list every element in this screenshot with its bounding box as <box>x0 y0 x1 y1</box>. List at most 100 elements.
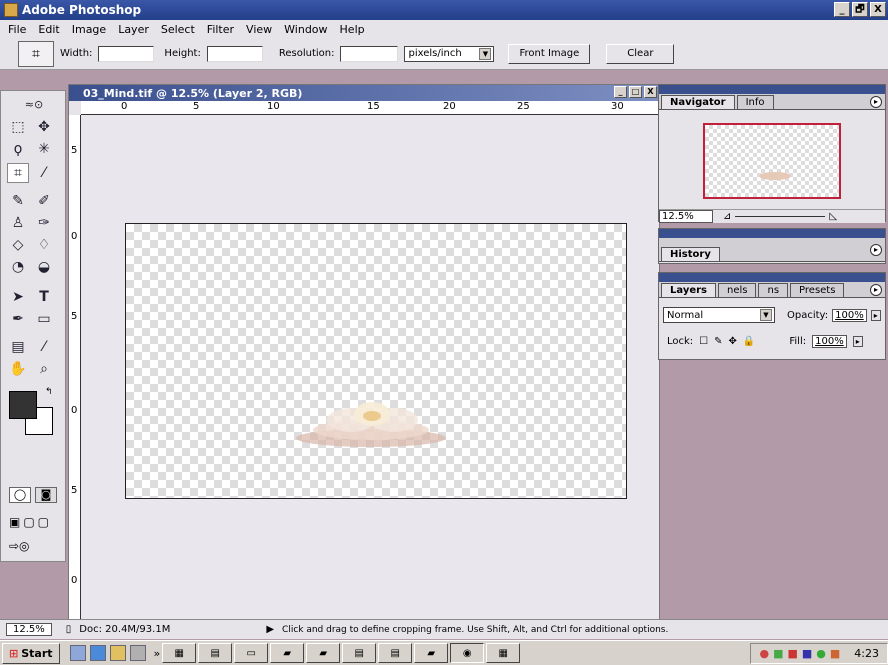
path-selection-tool-icon[interactable]: ➤ <box>7 287 29 307</box>
eraser-tool-icon[interactable]: ◇ <box>7 235 29 255</box>
minimize-button[interactable]: _ <box>834 2 850 17</box>
width-input[interactable] <box>98 45 155 62</box>
tab-layers[interactable]: Layers <box>661 283 716 297</box>
restore-button[interactable]: 🗗 <box>852 2 868 17</box>
navigator-zoom-input[interactable]: 12.5% <box>659 210 713 223</box>
marquee-tool-icon[interactable]: ⬚ <box>7 117 29 137</box>
zoom-slider[interactable] <box>735 216 826 217</box>
tab-presets[interactable]: Presets <box>790 283 845 297</box>
crop-tool-icon[interactable]: ⌗ <box>7 163 29 183</box>
jump-to-imageready-icon[interactable]: ⇨◎ <box>9 539 65 555</box>
resolution-units-select[interactable]: pixels/inch ▼ <box>404 45 495 62</box>
tab-channels[interactable]: nels <box>718 283 757 297</box>
start-button[interactable]: ⊞ Start <box>2 642 60 664</box>
fill-arrow-icon[interactable]: ▸ <box>852 336 863 347</box>
tray-icon[interactable]: ■ <box>830 647 840 660</box>
doc-maximize-button[interactable]: □ <box>629 86 642 98</box>
blur-tool-icon[interactable]: ◔ <box>7 257 29 277</box>
notes-tool-icon[interactable]: ▤ <box>7 337 29 357</box>
outlook-icon[interactable] <box>129 645 146 661</box>
lock-all-icon[interactable]: 🔒 <box>743 336 755 347</box>
panel-menu-icon[interactable]: ▸ <box>870 95 882 108</box>
dodge-tool-icon[interactable]: ◒ <box>33 257 55 277</box>
taskbar-window-button[interactable]: ▰ <box>414 643 449 663</box>
menu-view[interactable]: View <box>246 23 272 36</box>
history-brush-tool-icon[interactable]: ✑ <box>33 213 55 233</box>
zoom-in-icon[interactable]: ◺ <box>829 211 837 222</box>
magic-wand-tool-icon[interactable]: ✳ <box>33 139 55 159</box>
taskbar-photoshop-button[interactable]: ◉ <box>450 643 485 663</box>
tray-icon[interactable]: ■ <box>802 647 812 660</box>
transparent-canvas[interactable] <box>125 223 627 499</box>
lock-transparency-checkbox[interactable]: ☐ <box>699 336 708 347</box>
menu-select[interactable]: Select <box>161 23 195 36</box>
eyedropper-tool-icon[interactable]: ⁄ <box>33 337 55 357</box>
tray-icon[interactable]: ● <box>816 647 826 660</box>
opacity-input[interactable]: 100% <box>832 308 867 322</box>
tab-info[interactable]: Info <box>736 95 774 109</box>
taskbar-window-button[interactable]: ▤ <box>378 643 413 663</box>
rectangle-tool-icon[interactable]: ▭ <box>33 309 55 329</box>
menu-edit[interactable]: Edit <box>38 23 59 36</box>
menu-file[interactable]: File <box>8 23 26 36</box>
menu-help[interactable]: Help <box>340 23 365 36</box>
doc-close-button[interactable]: X <box>644 86 657 98</box>
clone-stamp-tool-icon[interactable]: ♙ <box>7 213 29 233</box>
taskbar-window-button[interactable]: ▦ <box>486 643 521 663</box>
panel-menu-icon[interactable]: ▸ <box>870 243 882 256</box>
menu-window[interactable]: Window <box>284 23 327 36</box>
canvas-area[interactable] <box>81 115 659 620</box>
pen-tool-icon[interactable]: ✒ <box>7 309 29 329</box>
document-title-bar[interactable]: 03_Mind.tif @ 12.5% (Layer 2, RGB) _ □ X <box>69 85 659 101</box>
resolution-input[interactable] <box>340 45 399 62</box>
menu-image[interactable]: Image <box>72 23 106 36</box>
tab-history[interactable]: History <box>661 247 720 261</box>
zoom-out-icon[interactable]: ⊿ <box>723 211 731 222</box>
doc-minimize-button[interactable]: _ <box>614 86 627 98</box>
hand-tool-icon[interactable]: ✋ <box>7 359 29 379</box>
tab-paths[interactable]: ns <box>758 283 789 297</box>
opacity-arrow-icon[interactable]: ▸ <box>870 309 881 321</box>
front-image-button[interactable]: Front Image <box>508 43 591 64</box>
quick-mask-mode-icon[interactable]: ◙ <box>35 487 57 503</box>
fill-input[interactable]: 100% <box>812 335 847 348</box>
menu-layer[interactable]: Layer <box>118 23 149 36</box>
internet-explorer-icon[interactable] <box>89 645 106 661</box>
lasso-tool-icon[interactable]: ϙ <box>7 139 29 159</box>
taskbar-window-button[interactable]: ▦ <box>162 643 197 663</box>
lock-image-icon[interactable]: ✎ <box>714 336 722 347</box>
brush-tool-icon[interactable]: ✐ <box>33 191 55 211</box>
tray-icon[interactable]: ■ <box>773 647 783 660</box>
screen-mode-icons[interactable]: ▣▢▢ <box>9 515 65 529</box>
taskbar-window-button[interactable]: ▭ <box>234 643 269 663</box>
menu-filter[interactable]: Filter <box>207 23 234 36</box>
lock-position-icon[interactable]: ✥ <box>729 336 737 347</box>
tray-icon[interactable]: ■ <box>787 647 797 660</box>
status-zoom-input[interactable]: 12.5% <box>6 623 52 636</box>
close-button[interactable]: X <box>870 2 886 17</box>
taskbar-window-button[interactable]: ▤ <box>342 643 377 663</box>
panel-menu-icon[interactable]: ▸ <box>870 283 882 296</box>
swap-colors-icon[interactable]: ↰ <box>45 387 53 397</box>
taskbar-window-button[interactable]: ▰ <box>270 643 305 663</box>
move-tool-icon[interactable]: ✥ <box>33 117 55 137</box>
navigator-thumbnail[interactable] <box>703 123 841 199</box>
type-tool-icon[interactable]: T <box>33 287 55 307</box>
taskbar-window-button[interactable]: ▤ <box>198 643 233 663</box>
height-input[interactable] <box>206 45 263 62</box>
standard-mode-icon[interactable]: ◯ <box>9 487 31 503</box>
tool-preset-picker[interactable]: ⌗ <box>18 40 54 67</box>
healing-brush-tool-icon[interactable]: ✎ <box>7 191 29 211</box>
status-arrow-icon[interactable]: ▶ <box>266 624 274 635</box>
taskbar-window-button[interactable]: ▰ <box>306 643 341 663</box>
clear-button[interactable]: Clear <box>606 43 675 64</box>
slice-tool-icon[interactable]: ⁄ <box>33 163 55 183</box>
foreground-color-swatch-top[interactable] <box>9 391 37 419</box>
quicklaunch-chevron[interactable]: » <box>154 647 161 660</box>
tray-icon[interactable]: ● <box>759 647 769 660</box>
explorer-icon[interactable] <box>109 645 126 661</box>
blend-mode-select[interactable]: Normal ▼ <box>663 307 775 323</box>
paint-bucket-tool-icon[interactable]: ♢ <box>33 235 55 255</box>
desktop-icon[interactable] <box>69 645 86 661</box>
tab-navigator[interactable]: Navigator <box>661 95 735 109</box>
